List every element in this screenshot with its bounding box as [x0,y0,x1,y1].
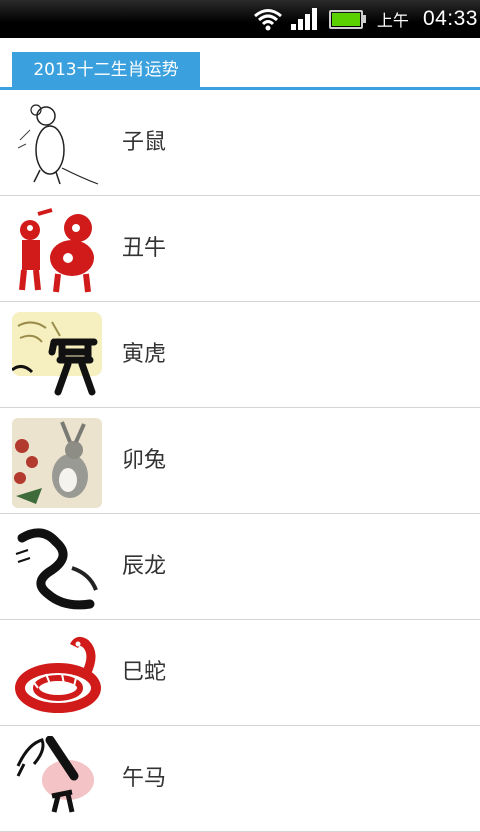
rabbit-icon [12,418,102,508]
zodiac-list[interactable]: 子鼠 丑牛 寅虎 卯兔 辰龙 巳蛇 午马 [0,90,480,832]
horse-icon [12,736,102,826]
list-item-label: 午马 [122,766,167,791]
dragon-icon [12,524,102,614]
am-pm-indicator: 上午 [376,11,409,30]
list-item-label: 丑牛 [122,236,167,261]
battery-level [331,12,360,26]
tab-label: 2013十二生肖运势 [33,60,179,80]
list-item-ox[interactable]: 丑牛 [0,196,480,302]
snake-icon [12,630,102,720]
status-bar: 上午 04:33 [0,0,480,38]
ox-icon [12,206,102,296]
list-item-horse[interactable]: 午马 [0,726,480,832]
list-item-label: 巳蛇 [122,660,167,685]
list-item-dragon[interactable]: 辰龙 [0,514,480,620]
list-item-label: 寅虎 [122,342,167,367]
list-item-tiger[interactable]: 寅虎 [0,302,480,408]
clock: 04:33 [422,7,478,30]
tiger-icon [12,312,102,402]
list-item-rat[interactable]: 子鼠 [0,90,480,196]
tab-zodiac-fortune[interactable]: 2013十二生肖运势 [12,52,200,88]
list-item-snake[interactable]: 巳蛇 [0,620,480,726]
tab-bar: 2013十二生肖运势 [0,38,480,90]
signal-icon [290,8,317,30]
rat-icon [12,100,102,190]
list-item-label: 辰龙 [122,554,167,579]
list-item-rabbit[interactable]: 卯兔 [0,408,480,514]
battery-icon [328,9,366,29]
list-item-label: 卯兔 [122,448,167,473]
wifi-icon [253,9,282,31]
list-item-label: 子鼠 [122,130,167,155]
